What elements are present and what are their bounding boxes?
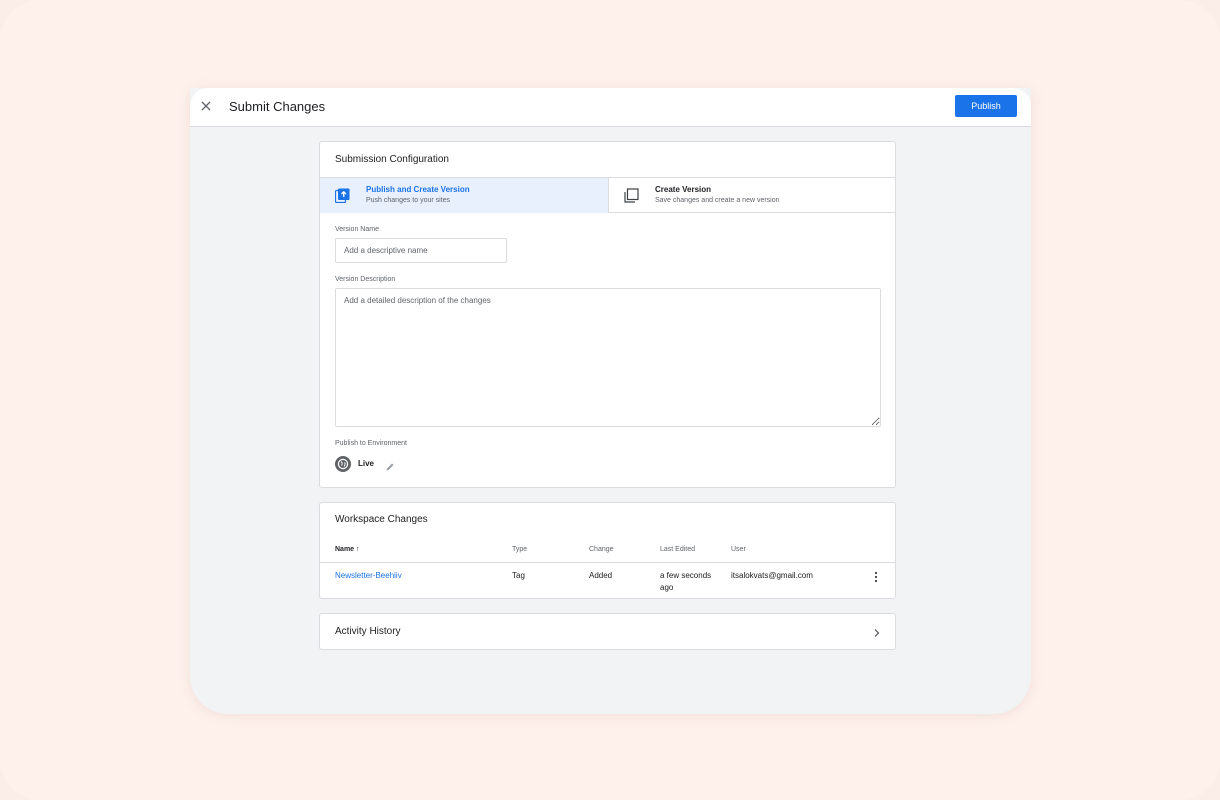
column-header-type: Type (512, 546, 528, 553)
globe-icon (335, 456, 351, 472)
environment-row: Live (335, 456, 415, 472)
version-name-label: Version Name (335, 226, 379, 233)
change-user: itsalokvats@gmail.com (731, 571, 813, 580)
page-title: Submit Changes (229, 99, 326, 114)
publish-upload-icon (334, 188, 350, 204)
option-create-version[interactable]: Create Version Save changes and create a… (608, 178, 896, 213)
create-version-icon (624, 188, 639, 203)
column-name-label: Name (335, 546, 355, 553)
activity-history-title: Activity History (335, 626, 401, 637)
activity-history-card[interactable]: Activity History (319, 613, 896, 650)
option-publish-and-create-version[interactable]: Publish and Create Version Push changes … (320, 178, 608, 213)
change-name-link[interactable]: Newsletter-Beehiiv (335, 570, 402, 582)
more-options-icon[interactable] (871, 570, 881, 583)
workspace-changes-card: Workspace Changes Name ↑ Type Change Las… (319, 502, 896, 599)
last-edited-line-1: a few seconds (660, 571, 712, 580)
workspace-changes-title: Workspace Changes (335, 514, 428, 525)
option-subtitle: Save changes and create a new version (655, 197, 780, 204)
publish-button[interactable]: Publish (955, 95, 1017, 117)
change-type: Tag (512, 571, 525, 580)
last-edited-line-2: ago (660, 583, 674, 592)
close-icon[interactable] (199, 99, 213, 113)
column-header-last-edited: Last Edited (660, 546, 696, 553)
chevron-right-icon (872, 626, 882, 638)
option-title: Create Version (655, 185, 712, 194)
submission-configuration-title: Submission Configuration (335, 154, 449, 165)
table-divider (320, 562, 896, 563)
publish-environment-label: Publish to Environment (335, 440, 407, 447)
column-header-user: User (731, 546, 746, 553)
environment-name: Live (358, 459, 375, 468)
column-header-change: Change (589, 546, 614, 553)
sort-arrow-icon: ↑ (356, 546, 360, 553)
submission-options: Publish and Create Version Push changes … (320, 177, 896, 213)
top-bar: Submit Changes Publish (190, 88, 1031, 127)
pencil-edit-icon[interactable] (385, 459, 395, 471)
change-action: Added (589, 571, 613, 580)
version-name-input[interactable] (335, 238, 507, 263)
version-description-label: Version Description (335, 276, 396, 283)
submit-changes-window: Submit Changes Publish Submission Config… (190, 88, 1031, 714)
column-header-name[interactable]: Name ↑ (335, 546, 360, 553)
version-description-textarea[interactable] (335, 288, 881, 427)
submission-configuration-card: Submission Configuration Publish and Cre… (319, 141, 896, 488)
change-last-edited: a few seconds ago (660, 570, 711, 594)
option-subtitle: Push changes to your sites (366, 197, 451, 204)
option-title: Publish and Create Version (366, 185, 470, 194)
